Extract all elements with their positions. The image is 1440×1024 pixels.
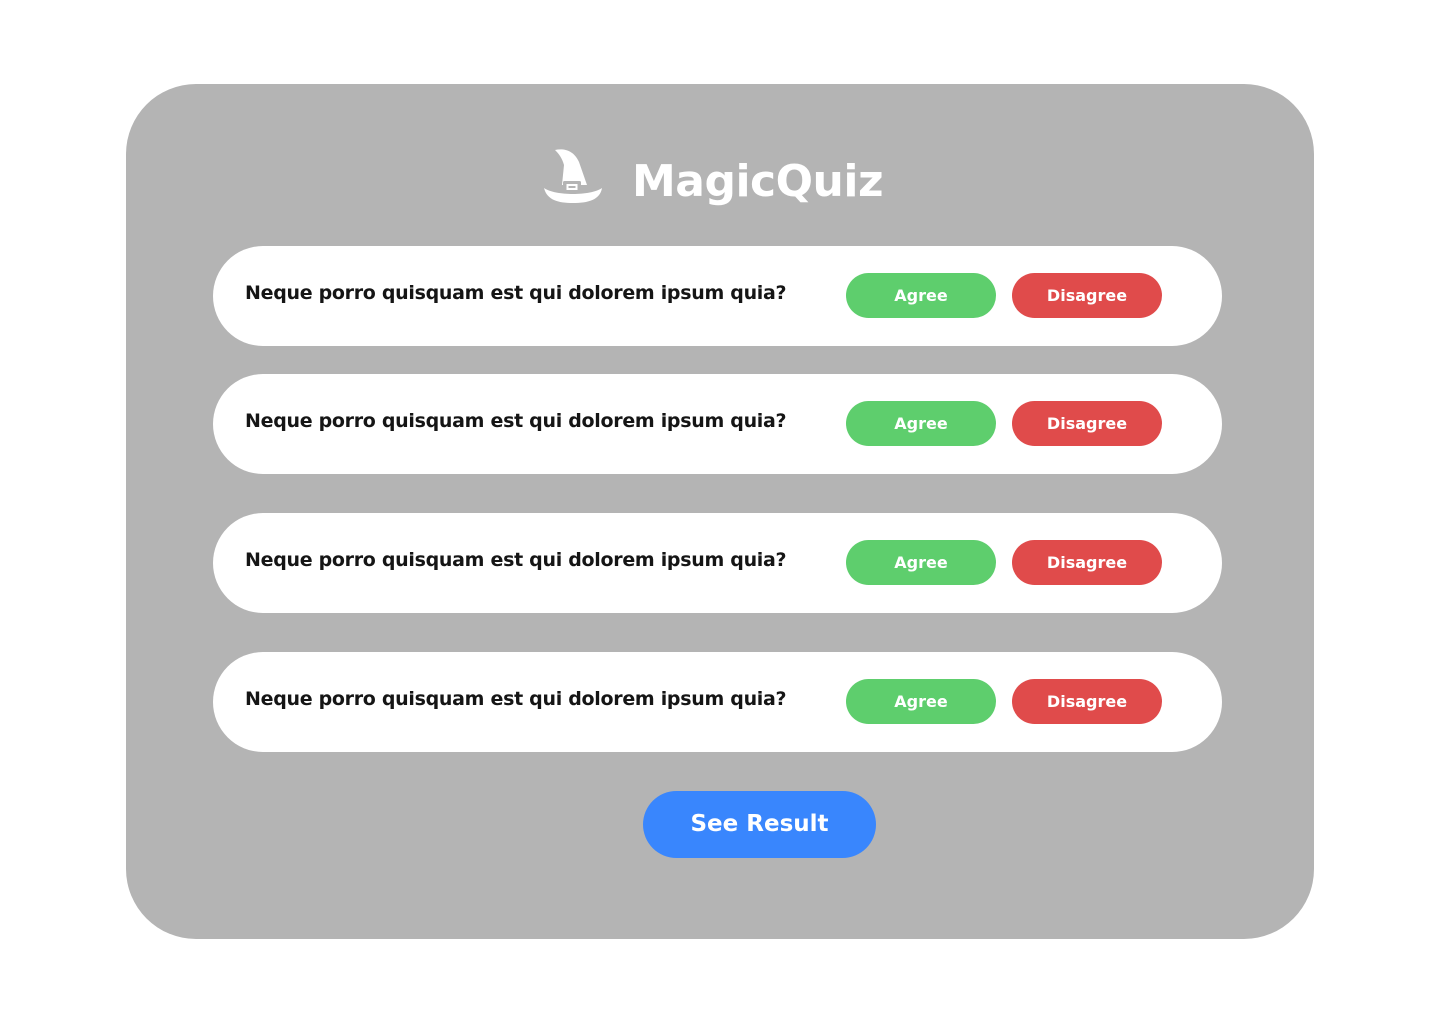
- disagree-button[interactable]: Disagree: [1012, 540, 1162, 585]
- question-text: Neque porro quisquam est qui dolorem ips…: [245, 549, 787, 571]
- disagree-button[interactable]: Disagree: [1012, 273, 1162, 318]
- question-text: Neque porro quisquam est qui dolorem ips…: [245, 282, 787, 304]
- agree-button[interactable]: Agree: [846, 273, 996, 318]
- disagree-button[interactable]: Disagree: [1012, 679, 1162, 724]
- wizard-hat-icon: [543, 148, 603, 206]
- agree-button[interactable]: Agree: [846, 540, 996, 585]
- disagree-button[interactable]: Disagree: [1012, 401, 1162, 446]
- question-card: Neque porro quisquam est qui dolorem ips…: [213, 652, 1222, 752]
- question-text: Neque porro quisquam est qui dolorem ips…: [245, 410, 787, 432]
- agree-button[interactable]: Agree: [846, 401, 996, 446]
- agree-button[interactable]: Agree: [846, 679, 996, 724]
- question-text: Neque porro quisquam est qui dolorem ips…: [245, 688, 787, 710]
- question-card: Neque porro quisquam est qui dolorem ips…: [213, 513, 1222, 613]
- see-result-button[interactable]: See Result: [643, 791, 876, 858]
- question-card: Neque porro quisquam est qui dolorem ips…: [213, 246, 1222, 346]
- app-title: MagicQuiz: [632, 156, 884, 207]
- brand-header: MagicQuiz: [543, 148, 884, 214]
- question-card: Neque porro quisquam est qui dolorem ips…: [213, 374, 1222, 474]
